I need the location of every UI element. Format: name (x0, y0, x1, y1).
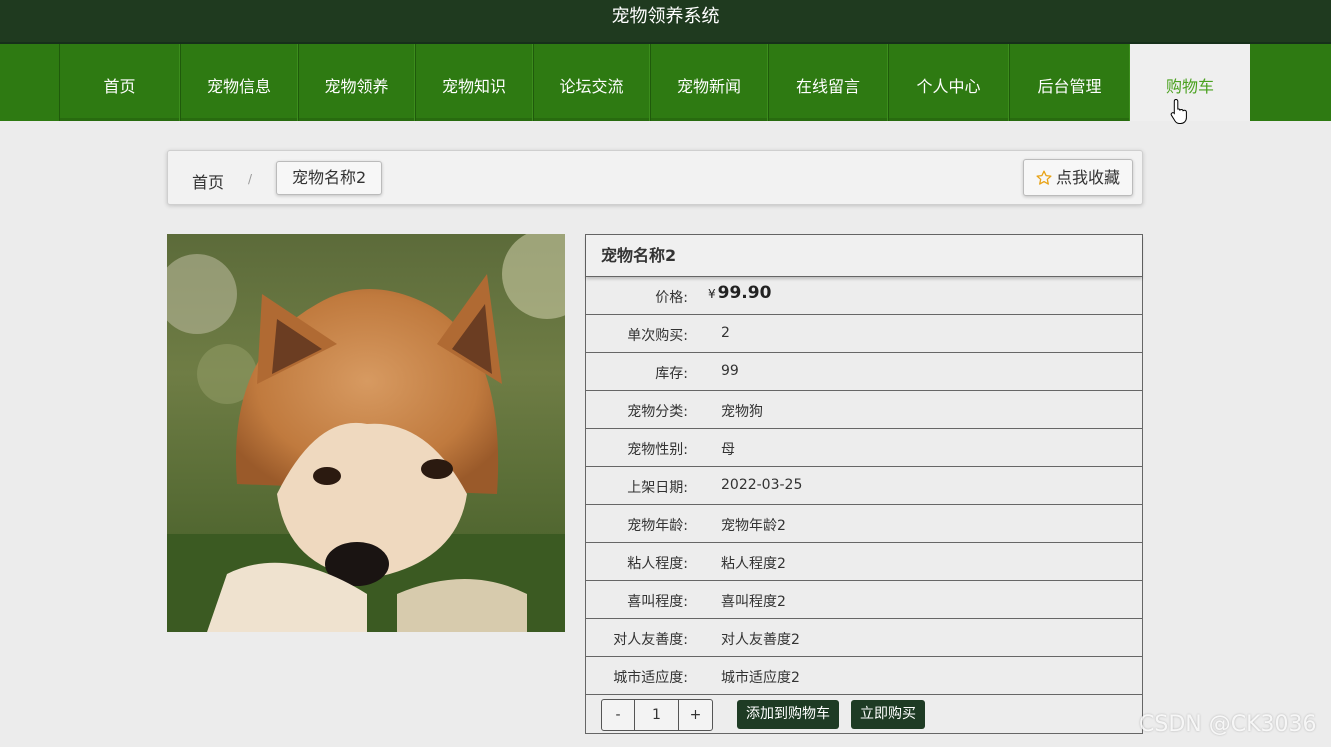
detail-row: 宠物年龄: 宠物年龄2 (586, 505, 1142, 543)
nav-item-admin[interactable]: 后台管理 (1009, 44, 1130, 121)
breadcrumb-current: 宠物名称2 (276, 161, 383, 195)
currency-symbol: ¥ (708, 287, 716, 301)
hand-cursor-icon (1170, 98, 1187, 124)
price-label: 价格: (655, 290, 688, 306)
row-value: 99 (721, 363, 739, 379)
row-value: 粘人程度2 (721, 556, 786, 572)
add-to-cart-button[interactable]: 添加到购物车 (737, 700, 839, 729)
breadcrumb: 首页 / 宠物名称2 点我收藏 (167, 150, 1143, 205)
detail-row: 对人友善度: 对人友善度2 (586, 619, 1142, 657)
row-value: 母 (721, 442, 735, 458)
pet-name-title: 宠物名称2 (586, 235, 1142, 277)
pet-photo (167, 234, 565, 632)
row-key: 单次购买: (627, 328, 688, 344)
price-row: 价格: ¥99.90 (586, 277, 1142, 315)
nav-item-pet-info[interactable]: 宠物信息 (180, 44, 298, 121)
row-key: 喜叫程度: (627, 594, 688, 610)
star-icon (1036, 170, 1052, 185)
favorite-button[interactable]: 点我收藏 (1022, 159, 1133, 196)
purchase-actions: - 1 + 添加到购物车 立即购买 (586, 695, 1142, 735)
detail-row: 上架日期: 2022-03-25 (586, 467, 1142, 505)
price-amount: 99.90 (717, 283, 772, 303)
nav-item-home[interactable]: 首页 (59, 44, 180, 121)
main-nav: 首页 宠物信息 宠物领养 宠物知识 论坛交流 宠物新闻 在线留言 个人中心 后台… (0, 44, 1331, 121)
quantity-input[interactable]: 1 (635, 700, 679, 730)
row-key: 宠物分类: (627, 404, 688, 420)
row-key: 上架日期: (627, 480, 688, 496)
detail-row: 宠物分类: 宠物狗 (586, 391, 1142, 429)
watermark: CSDN @CK3036 (1139, 712, 1317, 737)
row-value: 喜叫程度2 (721, 594, 786, 610)
detail-row: 城市适应度: 城市适应度2 (586, 657, 1142, 695)
row-key: 粘人程度: (627, 556, 688, 572)
app-title: 宠物领养系统 (0, 0, 1331, 44)
nav-item-pet-knowledge[interactable]: 宠物知识 (415, 44, 533, 121)
detail-row: 喜叫程度: 喜叫程度2 (586, 581, 1142, 619)
row-key: 对人友善度: (613, 632, 688, 648)
quantity-decrement-button[interactable]: - (602, 700, 635, 730)
row-value: 城市适应度2 (721, 670, 800, 686)
detail-row: 库存: 99 (586, 353, 1142, 391)
nav-item-pet-adoption[interactable]: 宠物领养 (298, 44, 415, 121)
row-key: 宠物年龄: (627, 518, 688, 534)
row-value: 宠物年龄2 (721, 518, 786, 534)
breadcrumb-separator: / (248, 172, 253, 186)
row-key: 库存: (655, 366, 688, 382)
quantity-increment-button[interactable]: + (679, 700, 712, 730)
pet-detail-table: 宠物名称2 价格: ¥99.90 单次购买: 2 库存: 99 宠物分类: 宠物狗 宠… (585, 234, 1143, 734)
nav-item-pet-news[interactable]: 宠物新闻 (650, 44, 768, 121)
row-key: 城市适应度: (613, 670, 688, 686)
row-value: 2022-03-25 (721, 477, 803, 493)
breadcrumb-home-link[interactable]: 首页 (192, 169, 224, 193)
price-value: ¥99.90 (708, 283, 771, 303)
buy-now-button[interactable]: 立即购买 (851, 700, 925, 729)
nav-item-profile[interactable]: 个人中心 (888, 44, 1009, 121)
favorite-button-label: 点我收藏 (1055, 168, 1120, 187)
row-value: 2 (721, 325, 730, 341)
nav-item-cart[interactable]: 购物车 (1130, 44, 1250, 121)
nav-item-forum[interactable]: 论坛交流 (533, 44, 650, 121)
row-value: 对人友善度2 (721, 632, 800, 648)
detail-row: 粘人程度: 粘人程度2 (586, 543, 1142, 581)
detail-row: 单次购买: 2 (586, 315, 1142, 353)
row-value: 宠物狗 (721, 404, 763, 420)
detail-row: 宠物性别: 母 (586, 429, 1142, 467)
row-key: 宠物性别: (627, 442, 688, 458)
quantity-stepper: - 1 + (601, 699, 713, 731)
nav-item-messages[interactable]: 在线留言 (768, 44, 888, 121)
